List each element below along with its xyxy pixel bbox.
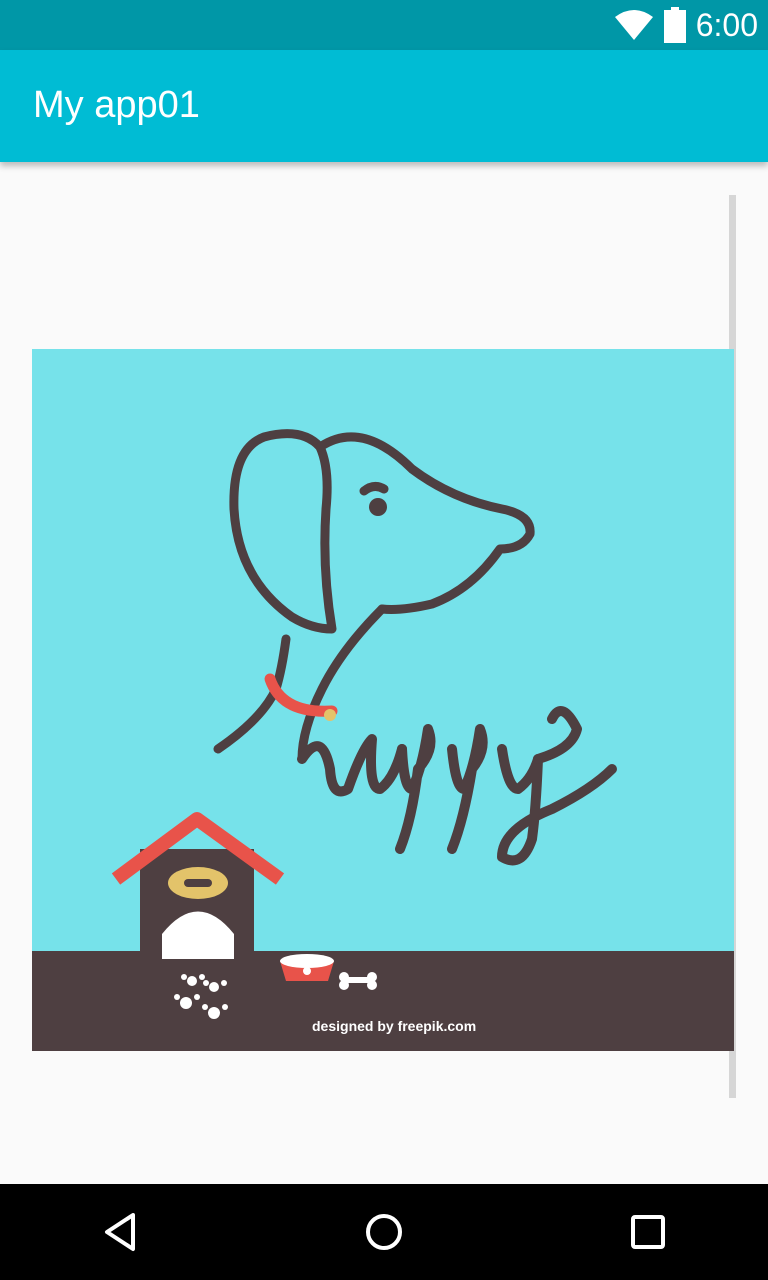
app-bar: My app01 xyxy=(0,50,768,162)
wifi-icon xyxy=(614,10,653,40)
status-icons: 6:00 xyxy=(614,0,758,50)
status-time: 6:00 xyxy=(695,6,758,43)
status-bar: 6:00 xyxy=(0,0,768,50)
home-button[interactable] xyxy=(324,1184,444,1280)
collar-tag xyxy=(324,709,336,721)
nav-bar xyxy=(0,1184,768,1280)
app-title: My app01 xyxy=(33,84,200,126)
home-circle-icon xyxy=(366,1214,402,1250)
food-bowl xyxy=(280,954,334,981)
image-credit: designed by freepik.com xyxy=(312,1018,476,1034)
dog-eye xyxy=(369,498,387,516)
image-ground xyxy=(32,951,734,1051)
battery-icon xyxy=(663,7,686,43)
recents-button[interactable] xyxy=(588,1184,708,1280)
back-button[interactable] xyxy=(60,1184,180,1280)
back-triangle-icon xyxy=(105,1213,135,1251)
puppy-image: designed by freepik.com xyxy=(32,349,734,1051)
recents-square-icon xyxy=(631,1215,665,1249)
